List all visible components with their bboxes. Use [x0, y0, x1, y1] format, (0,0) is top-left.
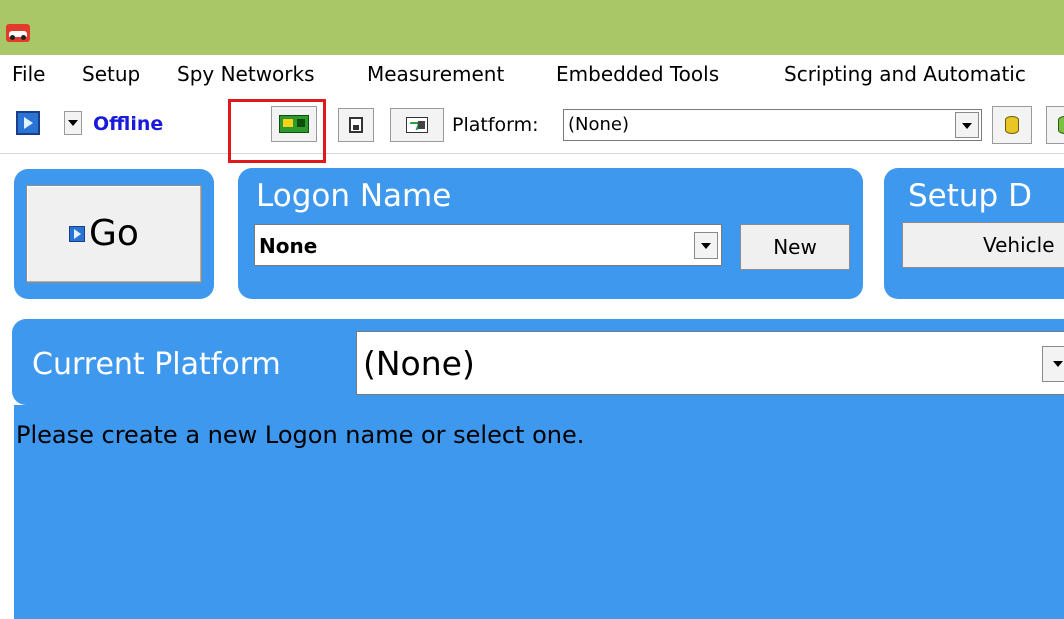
database-2-icon	[1058, 116, 1064, 134]
platform-dropdown-button[interactable]	[955, 112, 979, 138]
menu-measurement[interactable]: Measurement	[367, 61, 504, 87]
chevron-down-icon	[1053, 361, 1063, 367]
play-icon[interactable]	[16, 111, 40, 135]
setup-panel-title: Setup D	[908, 178, 1032, 214]
logon-name-title: Logon Name	[256, 178, 452, 214]
disk-icon	[349, 117, 363, 133]
highlight-annotation	[228, 99, 326, 163]
current-platform-select[interactable]: (None)	[356, 331, 1064, 395]
menu-spy-networks[interactable]: Spy Networks	[177, 61, 315, 87]
platform-label: Platform:	[452, 114, 539, 136]
menu-file[interactable]: File	[12, 61, 45, 87]
vehicle-button[interactable]: Vehicle	[902, 222, 1064, 268]
go-button[interactable]: Go	[26, 185, 202, 283]
instruction-message: Please create a new Logon name or select…	[16, 421, 585, 449]
chevron-down-icon	[962, 123, 972, 129]
car-app-icon[interactable]	[6, 24, 30, 42]
platform-select[interactable]: (None)	[563, 109, 982, 141]
chevron-down-icon	[701, 243, 711, 249]
new-logon-button[interactable]: New	[740, 224, 850, 270]
menu-setup[interactable]: Setup	[82, 61, 140, 87]
current-platform-label: Current Platform	[32, 347, 281, 382]
logon-dropdown-button[interactable]	[694, 232, 718, 259]
title-bar	[0, 0, 1064, 55]
vehicle-button-label: Vehicle	[983, 233, 1055, 257]
logon-name-value: None	[259, 234, 318, 258]
database-icon	[1005, 116, 1019, 134]
current-platform-dropdown-button[interactable]	[1042, 346, 1064, 382]
go-button-label: Go	[89, 213, 139, 254]
current-platform-value: (None)	[363, 344, 475, 383]
app-window: File Setup Spy Networks Measurement Embe…	[0, 0, 1064, 619]
menu-bar: File Setup Spy Networks Measurement Embe…	[0, 55, 1064, 93]
menu-embedded-tools[interactable]: Embedded Tools	[556, 61, 719, 87]
connection-status: Offline	[93, 113, 164, 135]
logon-name-select[interactable]: None	[254, 224, 722, 266]
message-area: Please create a new Logon name or select…	[14, 405, 1064, 619]
graph-icon	[406, 117, 428, 133]
platform-select-value: (None)	[568, 114, 630, 135]
chevron-down-icon	[68, 120, 78, 126]
menu-scripting-and-automation[interactable]: Scripting and Automatic	[784, 61, 1026, 87]
play-icon	[69, 226, 85, 242]
mode-dropdown-button[interactable]	[64, 111, 82, 135]
